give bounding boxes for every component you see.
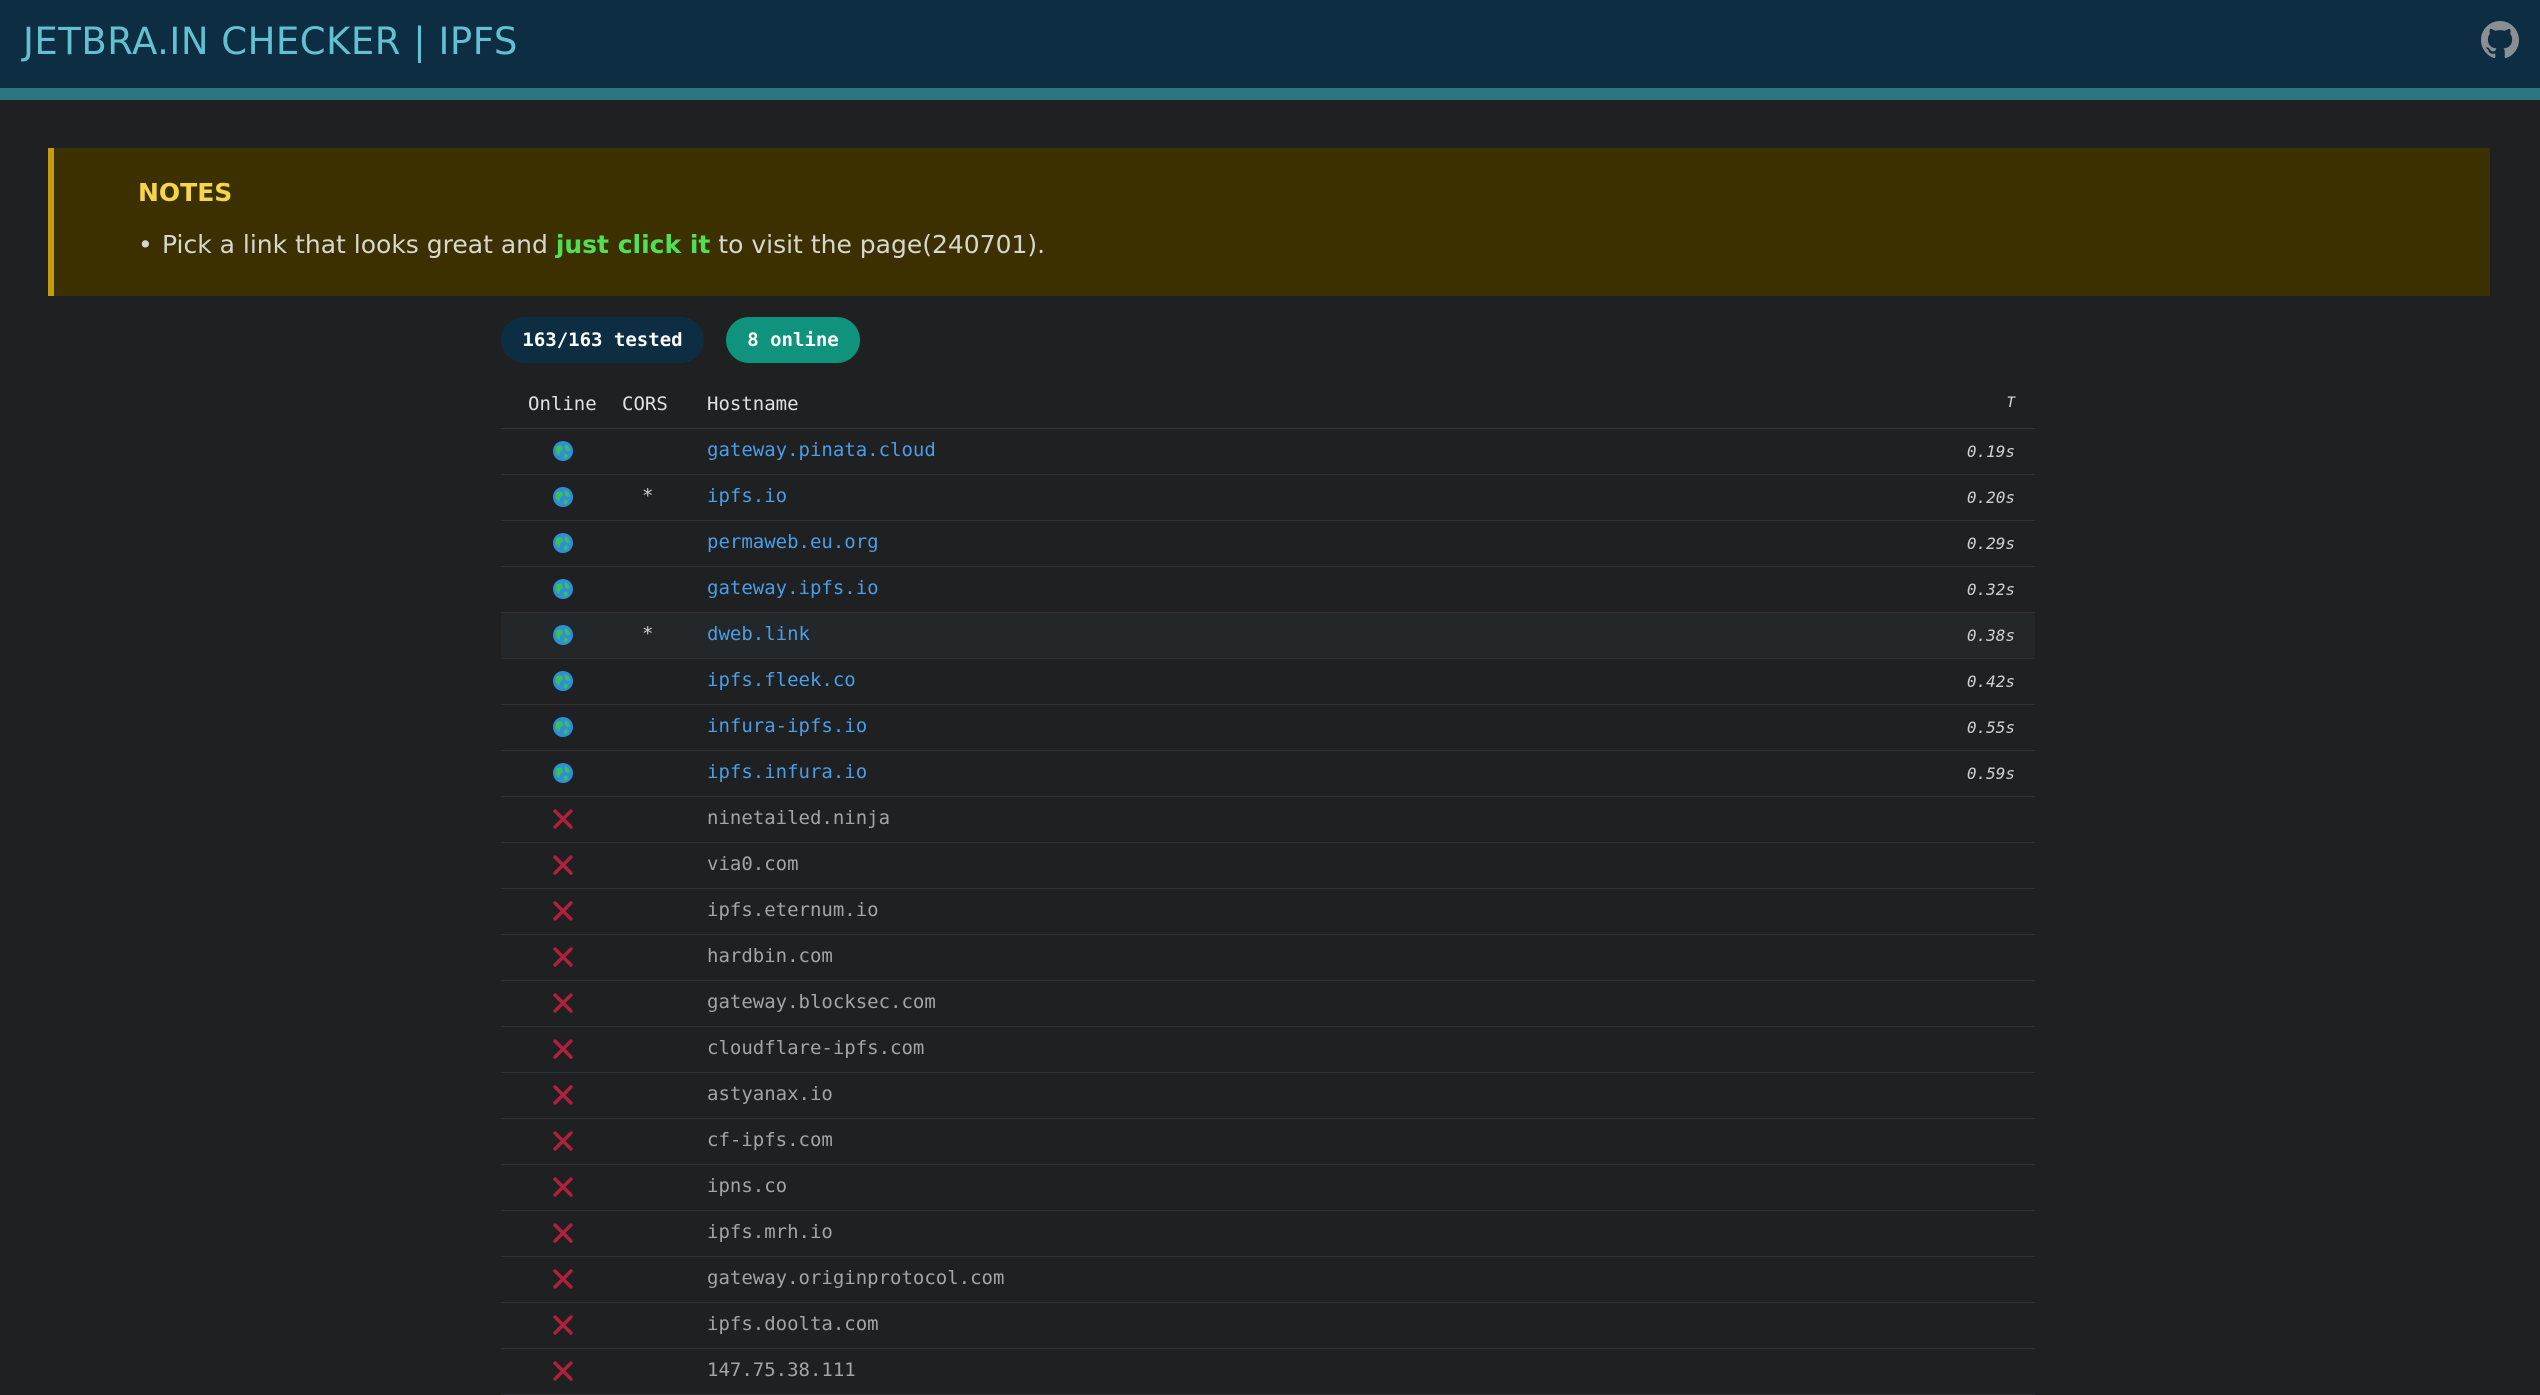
- online-count-badge: 8 online: [726, 317, 860, 363]
- globe-icon: [552, 670, 574, 692]
- hostname-link[interactable]: dweb.link: [707, 623, 810, 645]
- column-header-hostname[interactable]: Hostname: [707, 393, 799, 415]
- response-time: 0.59s: [1966, 764, 2015, 783]
- cross-icon: [552, 1268, 574, 1290]
- notes-title: NOTES: [138, 178, 233, 207]
- hostname-link[interactable]: ipfs.io: [707, 485, 787, 507]
- hostname-text: ninetailed.ninja: [707, 807, 891, 829]
- hostname-text: cloudflare-ipfs.com: [707, 1037, 925, 1059]
- hostname-text: via0.com: [707, 853, 799, 875]
- cross-icon: [552, 1176, 574, 1198]
- notes-item-prefix: Pick a link that looks great and: [162, 230, 556, 259]
- cross-icon: [552, 1038, 574, 1060]
- column-header-online[interactable]: Online: [528, 393, 597, 415]
- hostname-text: ipns.co: [707, 1175, 788, 1197]
- table-row: ipfs.doolta.com: [501, 1303, 2035, 1349]
- page-title: JETBRA.IN CHECKER | IPFS: [23, 20, 518, 63]
- hostname-link[interactable]: permaweb.eu.org: [707, 531, 879, 553]
- hostname-link[interactable]: ipfs.fleek.co: [707, 669, 856, 691]
- table-row: cf-ipfs.com: [501, 1119, 2035, 1165]
- table-row: gateway.originprotocol.com: [501, 1257, 2035, 1303]
- table-row: hardbin.com: [501, 935, 2035, 981]
- globe-icon: [552, 532, 574, 554]
- table-row: ipfs.eternum.io: [501, 889, 2035, 935]
- hostname-text: ipfs.mrh.io: [707, 1221, 833, 1243]
- table-row: via0.com: [501, 843, 2035, 889]
- gateway-table: Online CORS Hostname T gateway.pinata.cl…: [501, 382, 2035, 1395]
- globe-icon: [552, 440, 574, 462]
- table-row[interactable]: infura-ipfs.io 0.55s: [501, 705, 2035, 751]
- hostname-text: hardbin.com: [707, 945, 833, 967]
- notes-item-suffix: to visit the page(240701).: [710, 230, 1046, 259]
- hostname-link[interactable]: ipfs.infura.io: [707, 761, 867, 783]
- cross-icon: [552, 1314, 574, 1336]
- table-row: 147.75.38.111: [501, 1349, 2035, 1395]
- table-row: ipfs.mrh.io: [501, 1211, 2035, 1257]
- hostname-link[interactable]: gateway.pinata.cloud: [707, 439, 936, 461]
- table-row: ninetailed.ninja: [501, 797, 2035, 843]
- table-row[interactable]: ipfs.fleek.co 0.42s: [501, 659, 2035, 705]
- column-header-time[interactable]: T: [2007, 395, 2015, 411]
- notes-item: • Pick a link that looks great and just c…: [138, 230, 1045, 259]
- table-row[interactable]: permaweb.eu.org 0.29s: [501, 521, 2035, 567]
- cross-icon: [552, 946, 574, 968]
- globe-icon: [552, 486, 574, 508]
- bullet-icon: •: [138, 230, 153, 259]
- cross-icon: [552, 900, 574, 922]
- hostname-text: cf-ipfs.com: [707, 1129, 833, 1151]
- notes-panel: NOTES • Pick a link that looks great and …: [48, 148, 2490, 296]
- table-body: gateway.pinata.cloud 0.19s * ipfs.io 0.20s pe…: [501, 429, 2035, 1395]
- globe-icon: [552, 762, 574, 784]
- cross-icon: [552, 1222, 574, 1244]
- hostname-text: 147.75.38.111: [707, 1359, 856, 1381]
- globe-icon: [552, 578, 574, 600]
- hostname-text: astyanax.io: [707, 1083, 833, 1105]
- globe-icon: [552, 624, 574, 646]
- response-time: 0.32s: [1966, 580, 2015, 599]
- hostname-link[interactable]: infura-ipfs.io: [707, 715, 867, 737]
- hostname-text: ipfs.eternum.io: [707, 899, 879, 921]
- response-time: 0.20s: [1966, 488, 2015, 507]
- cross-icon: [552, 992, 574, 1014]
- tested-count-badge: 163/163 tested: [501, 317, 704, 363]
- hostname-link[interactable]: gateway.ipfs.io: [707, 577, 879, 599]
- table-row: cloudflare-ipfs.com: [501, 1027, 2035, 1073]
- notes-item-highlight: just click it: [555, 230, 711, 259]
- table-row[interactable]: ipfs.infura.io 0.59s: [501, 751, 2035, 797]
- github-icon[interactable]: [2481, 21, 2519, 59]
- table-row[interactable]: gateway.pinata.cloud 0.19s: [501, 429, 2035, 475]
- cross-icon: [552, 808, 574, 830]
- globe-icon: [552, 716, 574, 738]
- table-header: Online CORS Hostname T: [501, 382, 2035, 429]
- cross-icon: [552, 1084, 574, 1106]
- cross-icon: [552, 1360, 574, 1382]
- cross-icon: [552, 1130, 574, 1152]
- response-time: 0.55s: [1966, 718, 2015, 737]
- table-row[interactable]: * ipfs.io 0.20s: [501, 475, 2035, 521]
- response-time: 0.19s: [1966, 442, 2015, 461]
- app-header: JETBRA.IN CHECKER | IPFS: [0, 0, 2540, 100]
- response-time: 0.42s: [1966, 672, 2015, 691]
- hostname-text: gateway.originprotocol.com: [707, 1267, 1005, 1289]
- cors-cell: *: [642, 623, 654, 645]
- table-row: gateway.blocksec.com: [501, 981, 2035, 1027]
- cross-icon: [552, 854, 574, 876]
- table-row: ipns.co: [501, 1165, 2035, 1211]
- response-time: 0.29s: [1966, 534, 2015, 553]
- table-row[interactable]: gateway.ipfs.io 0.32s: [501, 567, 2035, 613]
- hostname-text: gateway.blocksec.com: [707, 991, 936, 1013]
- table-row[interactable]: * dweb.link 0.38s: [501, 613, 2035, 659]
- column-header-cors[interactable]: CORS: [622, 393, 668, 415]
- hostname-text: ipfs.doolta.com: [707, 1313, 879, 1335]
- table-row: astyanax.io: [501, 1073, 2035, 1119]
- cors-cell: *: [642, 485, 654, 507]
- response-time: 0.38s: [1966, 626, 2015, 645]
